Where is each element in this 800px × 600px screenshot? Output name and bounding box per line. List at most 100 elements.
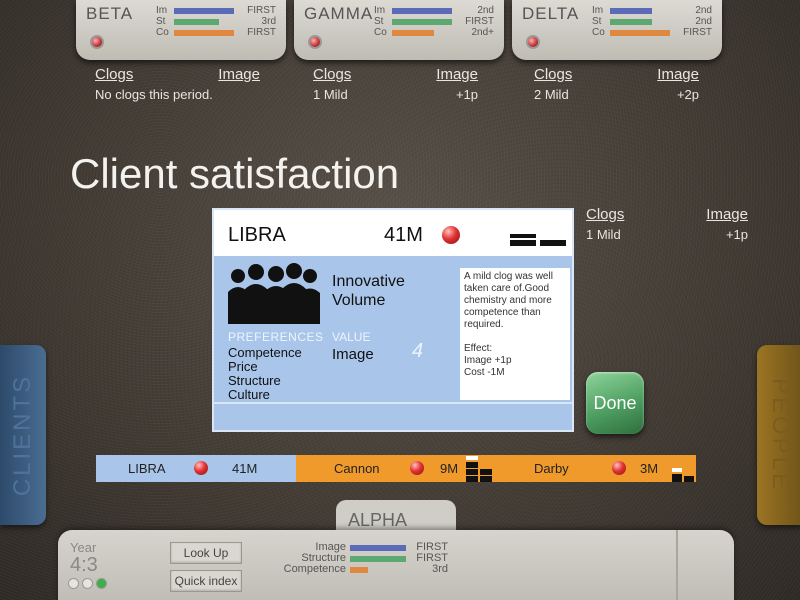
ranking-rank-blocks xyxy=(672,455,696,482)
clogs-header: Clogs Image xyxy=(95,66,260,83)
quick-index-button[interactable]: Quick index xyxy=(170,570,242,592)
team-status-light xyxy=(526,35,540,49)
image-effect: +1p xyxy=(725,227,748,242)
client-status-light xyxy=(442,226,460,244)
team-name: GAMMA xyxy=(304,4,374,23)
stat-bar xyxy=(610,18,652,25)
clogs-summary-beta: Clogs Image No clogs this period. xyxy=(95,66,260,102)
clogs-summary-main: Clogs Image 1 Mild +1p xyxy=(586,206,748,242)
image-col-label: Image xyxy=(218,66,260,83)
ranking-status-light xyxy=(612,461,626,475)
bottom-team-panel: Year 4:3 Look Up Quick index Image FIRST … xyxy=(58,530,734,600)
period-light-3 xyxy=(96,578,107,589)
clogs-count: 1 Mild xyxy=(586,227,621,242)
stat-bar xyxy=(174,7,234,14)
stat-value: 2nd+ xyxy=(471,27,494,38)
stat-row: St 2nd xyxy=(592,16,712,27)
stat-value: FIRST xyxy=(465,16,494,27)
clogs-row: No clogs this period. xyxy=(95,87,260,102)
clogs-count: 2 Mild xyxy=(534,87,569,102)
team-silhouette-image xyxy=(228,263,320,324)
image-effect: +2p xyxy=(676,87,699,102)
stat-value: 2nd xyxy=(695,5,712,16)
image-col-label: Image xyxy=(436,66,478,83)
attribute-item: Volume xyxy=(332,292,386,309)
ranking-client-size: 9M xyxy=(440,461,459,476)
stat-label: Im xyxy=(592,5,604,16)
stat-bar xyxy=(392,29,434,36)
client-name: LIBRA xyxy=(228,224,286,246)
stat-row: Competence 3rd xyxy=(268,564,448,575)
ranking-client-name: Cannon xyxy=(334,461,380,476)
value-label: VALUE xyxy=(332,330,371,344)
ranking-client-name: Darby xyxy=(534,461,569,476)
period-light-2 xyxy=(82,578,93,589)
stat-bar xyxy=(350,566,368,573)
stat-value: FIRST xyxy=(247,5,276,16)
clogs-row: 1 Mild +1p xyxy=(313,87,478,102)
team-name: DELTA xyxy=(522,4,580,23)
ranking-client-size: 3M xyxy=(640,461,659,476)
clogs-header: Clogs Image xyxy=(313,66,478,83)
ranking-status-light xyxy=(194,461,208,475)
year-label: Year xyxy=(70,540,97,555)
clients-side-tab[interactable]: CLIENTS xyxy=(0,345,46,525)
image-col-label: Image xyxy=(706,206,748,223)
stat-bar xyxy=(610,7,652,14)
client-note: A mild clog was well taken care of.Good … xyxy=(460,268,570,400)
year-value: 4:3 xyxy=(70,554,98,576)
client-card: LIBRA 41M Innovative Volume PREFERENCES … xyxy=(212,208,574,432)
attribute-item: Innovative xyxy=(332,273,405,290)
team-stats: Im FIRST St 3rd Co FIRST xyxy=(156,5,276,38)
team-stats: Im 2nd St FIRST Co 2nd+ xyxy=(374,5,494,38)
preference-item: Culture xyxy=(228,387,270,402)
page-title: Client satisfaction xyxy=(70,150,400,197)
people-tab-label: PEOPLE xyxy=(767,377,794,493)
alpha-team-stats: Image FIRST Structure FIRST Competence 3rd xyxy=(268,542,448,575)
card-header: LIBRA 41M xyxy=(214,210,572,256)
team-name: BETA xyxy=(86,4,134,23)
stat-bar xyxy=(610,29,670,36)
note-effect-cost: Cost -1M xyxy=(464,367,505,378)
stat-label: Co xyxy=(156,27,169,38)
clogs-count: 1 Mild xyxy=(313,87,348,102)
ranking-client-size: 41M xyxy=(232,461,258,476)
note-effect-image: Image +1p xyxy=(464,355,512,366)
clogs-col-label: Clogs xyxy=(95,66,134,83)
stat-label: Im xyxy=(156,5,168,16)
stat-value: 2nd xyxy=(477,5,494,16)
team-tab-gamma[interactable]: GAMMA Im 2nd St FIRST Co 2nd+ xyxy=(294,0,504,60)
stat-row: Co FIRST xyxy=(156,27,276,38)
team-status-light xyxy=(90,35,104,49)
panel-divider xyxy=(676,530,678,600)
stat-label: St xyxy=(156,16,166,27)
stat-label: Co xyxy=(374,27,387,38)
image-col-label: Image xyxy=(657,66,699,83)
preferences-label: PREFERENCES xyxy=(228,330,324,344)
preference-item: Structure xyxy=(228,373,281,388)
stat-bar xyxy=(174,18,219,25)
note-text: A mild clog was well taken care of.Good … xyxy=(464,271,553,330)
look-up-button[interactable]: Look Up xyxy=(170,542,242,564)
preference-item: Price xyxy=(228,359,258,374)
stat-bar xyxy=(350,544,406,551)
client-rank-blocks xyxy=(510,234,570,254)
done-button[interactable]: Done xyxy=(586,372,644,434)
clogs-summary-gamma: Clogs Image 1 Mild +1p xyxy=(313,66,478,102)
team-tab-beta[interactable]: BETA Im FIRST St 3rd Co FIRST xyxy=(76,0,286,60)
stat-label: Competence xyxy=(283,563,346,575)
clogs-row: 1 Mild +1p xyxy=(586,227,748,242)
stat-bar xyxy=(350,555,406,562)
ranking-item-libra[interactable]: LIBRA 41M xyxy=(96,455,296,482)
stat-label: St xyxy=(374,16,384,27)
ranking-status-light xyxy=(410,461,424,475)
ranking-item-cannon[interactable]: Cannon 9M xyxy=(296,455,496,482)
ranking-item-darby[interactable]: Darby 3M xyxy=(496,455,696,482)
clogs-col-label: Clogs xyxy=(534,66,573,83)
team-tab-delta[interactable]: DELTA Im 2nd St 2nd Co FIRST xyxy=(512,0,722,60)
clogs-summary-delta: Clogs Image 2 Mild +2p xyxy=(534,66,699,102)
preference-item: Competence xyxy=(228,345,302,360)
people-side-tab[interactable]: PEOPLE xyxy=(757,345,800,525)
value-number: 4 xyxy=(412,340,424,362)
card-divider xyxy=(214,402,572,404)
